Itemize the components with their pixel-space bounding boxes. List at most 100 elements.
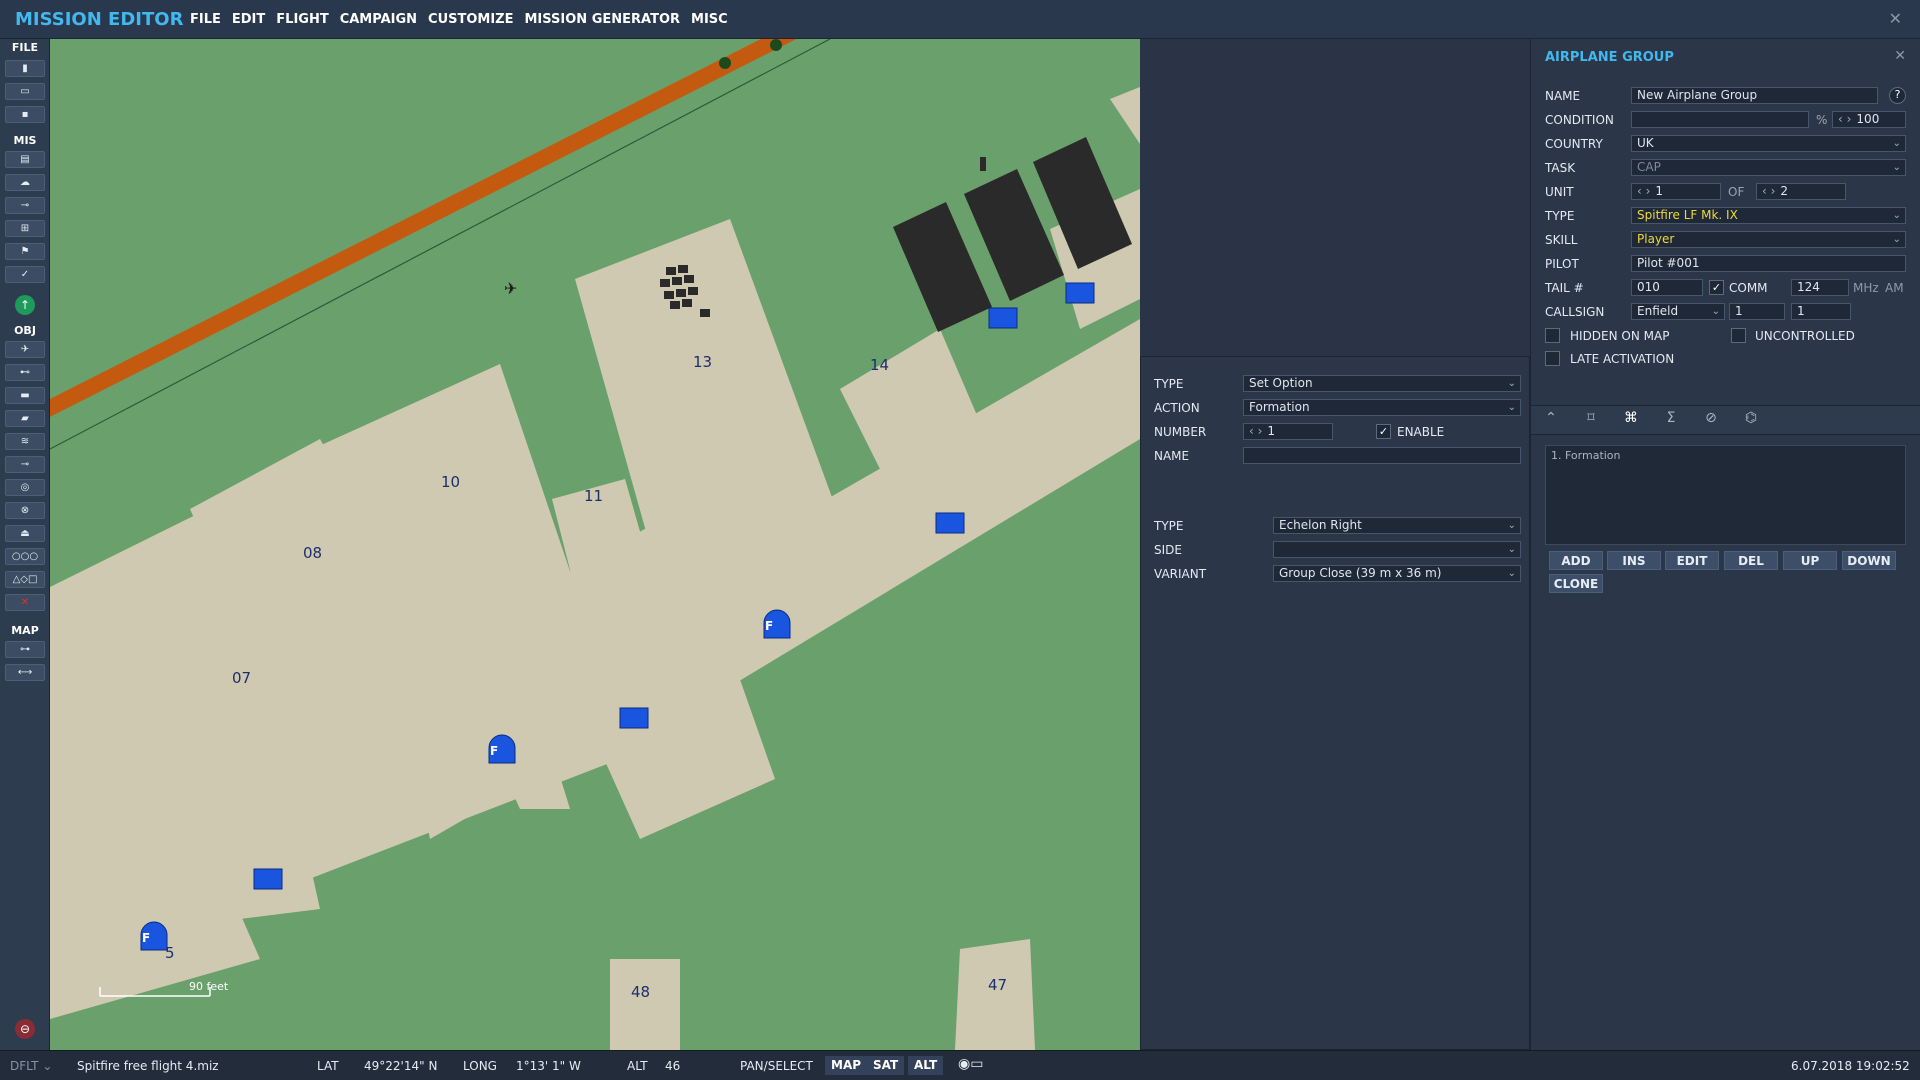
- delete-button[interactable]: DEL: [1724, 551, 1778, 570]
- chevron-down-icon: ⌄: [42, 1059, 53, 1073]
- tail-label: TAIL #: [1545, 281, 1584, 295]
- target-icon[interactable]: ◎: [5, 479, 45, 496]
- variant-select[interactable]: Group Close (39 m x 36 m) ⌄: [1273, 565, 1521, 582]
- exit-icon[interactable]: ⊖: [15, 1019, 35, 1039]
- skill-select[interactable]: Player ⌄: [1631, 231, 1906, 248]
- payload-tab-icon[interactable]: ⌑: [1579, 410, 1603, 432]
- callsign-flight-input[interactable]: 1: [1791, 303, 1851, 320]
- menu-flight[interactable]: FLIGHT: [276, 12, 328, 27]
- ship-icon[interactable]: ≋: [5, 433, 45, 450]
- static-object-icon[interactable]: ⊸: [5, 456, 45, 473]
- menu-customize[interactable]: CUSTOMIZE: [428, 12, 513, 27]
- action-name-input[interactable]: [1243, 447, 1521, 464]
- action-number-stepper[interactable]: ‹ › 1: [1243, 423, 1333, 440]
- shapes-icon[interactable]: △◇□: [5, 571, 45, 588]
- altitude-view-button[interactable]: ALT: [908, 1056, 944, 1075]
- chevron-down-icon: ⌄: [1892, 162, 1901, 173]
- callsign-number-input[interactable]: 1: [1729, 303, 1785, 320]
- unit-total-stepper[interactable]: ‹ › 2: [1756, 183, 1846, 200]
- route-tab-icon[interactable]: ⌃: [1539, 410, 1563, 432]
- tank-icon[interactable]: ▰: [5, 410, 45, 427]
- waypoint-icon[interactable]: ⊸: [5, 197, 45, 214]
- zone-icon[interactable]: ⊗: [5, 502, 45, 519]
- task-select[interactable]: CAP ⌄: [1631, 159, 1906, 176]
- pan-select-mode[interactable]: PAN/SELECT: [740, 1059, 813, 1073]
- menu-misc[interactable]: MISC: [691, 12, 728, 27]
- condition-bar[interactable]: [1631, 111, 1809, 128]
- insert-button[interactable]: INS: [1607, 551, 1661, 570]
- late-activation-checkbox[interactable]: [1545, 351, 1560, 366]
- chevron-down-icon: ⌄: [1711, 306, 1720, 317]
- mode-select[interactable]: DFLT ⌄: [10, 1059, 52, 1073]
- failures-tab-icon[interactable]: ⊘: [1699, 410, 1723, 432]
- advanced-actions-tab-icon[interactable]: ⌘: [1619, 410, 1643, 432]
- open-folder-icon[interactable]: ▭: [5, 83, 45, 100]
- group-name-input[interactable]: New Airplane Group: [1631, 87, 1878, 104]
- unit-stepper[interactable]: ‹ › 1: [1631, 183, 1721, 200]
- actions-list[interactable]: 1. Formation: [1545, 445, 1906, 545]
- check-icon[interactable]: ✓: [5, 266, 45, 283]
- summary-tab-icon[interactable]: Σ: [1659, 410, 1683, 432]
- map-label: 14: [870, 356, 890, 374]
- hidden-on-map-checkbox[interactable]: [1545, 328, 1560, 343]
- close-panel-icon[interactable]: ✕: [1894, 48, 1906, 64]
- toolbar-section-mis: MIS: [13, 134, 37, 147]
- app-title: MISSION EDITOR: [15, 8, 184, 30]
- scale-label: 90 feet: [189, 980, 229, 993]
- trigger-icon[interactable]: ⊞: [5, 220, 45, 237]
- comm-checkbox[interactable]: ✓: [1709, 280, 1724, 295]
- aircraft-type-select[interactable]: Spitfire LF Mk. IX ⌄: [1631, 207, 1906, 224]
- am-label: AM: [1885, 281, 1904, 295]
- airfield-aprons: [50, 87, 1140, 1050]
- close-app-icon[interactable]: ✕: [1889, 9, 1902, 28]
- formation-type-select[interactable]: Echelon Right ⌄: [1273, 517, 1521, 534]
- flag-icon[interactable]: ⚑: [5, 243, 45, 260]
- top-menu-bar: MISSION EDITOR FILE EDIT FLIGHT CAMPAIGN…: [0, 0, 1920, 39]
- tail-number-input[interactable]: 010: [1631, 279, 1703, 296]
- comm-frequency-input[interactable]: 124: [1791, 279, 1849, 296]
- delete-icon[interactable]: ✕: [5, 594, 45, 611]
- menu-campaign[interactable]: CAMPAIGN: [340, 12, 417, 27]
- toggle-icon[interactable]: ◉▭: [958, 1056, 983, 1072]
- move-up-button[interactable]: UP: [1783, 551, 1837, 570]
- edit-button[interactable]: EDIT: [1665, 551, 1719, 570]
- uncontrolled-checkbox[interactable]: [1731, 328, 1746, 343]
- clone-button[interactable]: CLONE: [1549, 574, 1603, 593]
- radio-tab-icon[interactable]: ⌬: [1739, 410, 1763, 432]
- list-item[interactable]: 1. Formation: [1546, 446, 1905, 465]
- callsign-select[interactable]: Enfield ⌄: [1631, 303, 1725, 320]
- condition-stepper[interactable]: ‹ › 100: [1832, 111, 1906, 128]
- ground-unit-icon[interactable]: ▬: [5, 387, 45, 404]
- helicopter-icon[interactable]: ⊷: [5, 364, 45, 381]
- long-value: 1°13' 1" W: [516, 1059, 581, 1073]
- satellite-view-button[interactable]: SAT: [867, 1056, 905, 1075]
- side-select[interactable]: ⌄: [1273, 541, 1521, 558]
- map-options-icon[interactable]: ⊶: [5, 641, 45, 658]
- new-file-icon[interactable]: ▮: [5, 60, 45, 77]
- save-icon[interactable]: ▪: [5, 106, 45, 123]
- uncontrolled-label: UNCONTROLLED: [1755, 329, 1855, 343]
- map-view[interactable]: ✈ 13 14 10 11 08 07 48 47 5 F F F F F F …: [50, 39, 1140, 1050]
- weather-icon[interactable]: ☁: [5, 174, 45, 191]
- ruler-icon[interactable]: ⟷: [5, 664, 45, 681]
- add-button[interactable]: ADD: [1549, 551, 1603, 570]
- action-panel: TYPE Set Option ⌄ ACTION Formation ⌄ NUMBE…: [1140, 356, 1530, 1050]
- map-label: 07: [232, 669, 252, 687]
- action-select[interactable]: Formation ⌄: [1243, 399, 1521, 416]
- map-view-button[interactable]: MAP: [825, 1056, 868, 1075]
- pilot-input[interactable]: Pilot #001: [1631, 255, 1906, 272]
- carrier-icon[interactable]: ⏏: [5, 525, 45, 542]
- menu-file[interactable]: FILE: [190, 12, 221, 27]
- file-name: Spitfire free flight 4.miz: [77, 1059, 219, 1073]
- help-icon[interactable]: ?: [1889, 87, 1906, 104]
- menu-edit[interactable]: EDIT: [232, 12, 265, 27]
- action-type-select[interactable]: Set Option ⌄: [1243, 375, 1521, 392]
- convoy-icon[interactable]: ○○○: [5, 548, 45, 565]
- enable-checkbox[interactable]: ✓: [1376, 424, 1391, 439]
- country-select[interactable]: UK ⌄: [1631, 135, 1906, 152]
- briefing-icon[interactable]: ▤: [5, 151, 45, 168]
- move-down-button[interactable]: DOWN: [1842, 551, 1896, 570]
- compass-icon[interactable]: ↑: [15, 295, 35, 315]
- airplane-icon[interactable]: ✈: [5, 341, 45, 358]
- menu-mission-generator[interactable]: MISSION GENERATOR: [525, 12, 681, 27]
